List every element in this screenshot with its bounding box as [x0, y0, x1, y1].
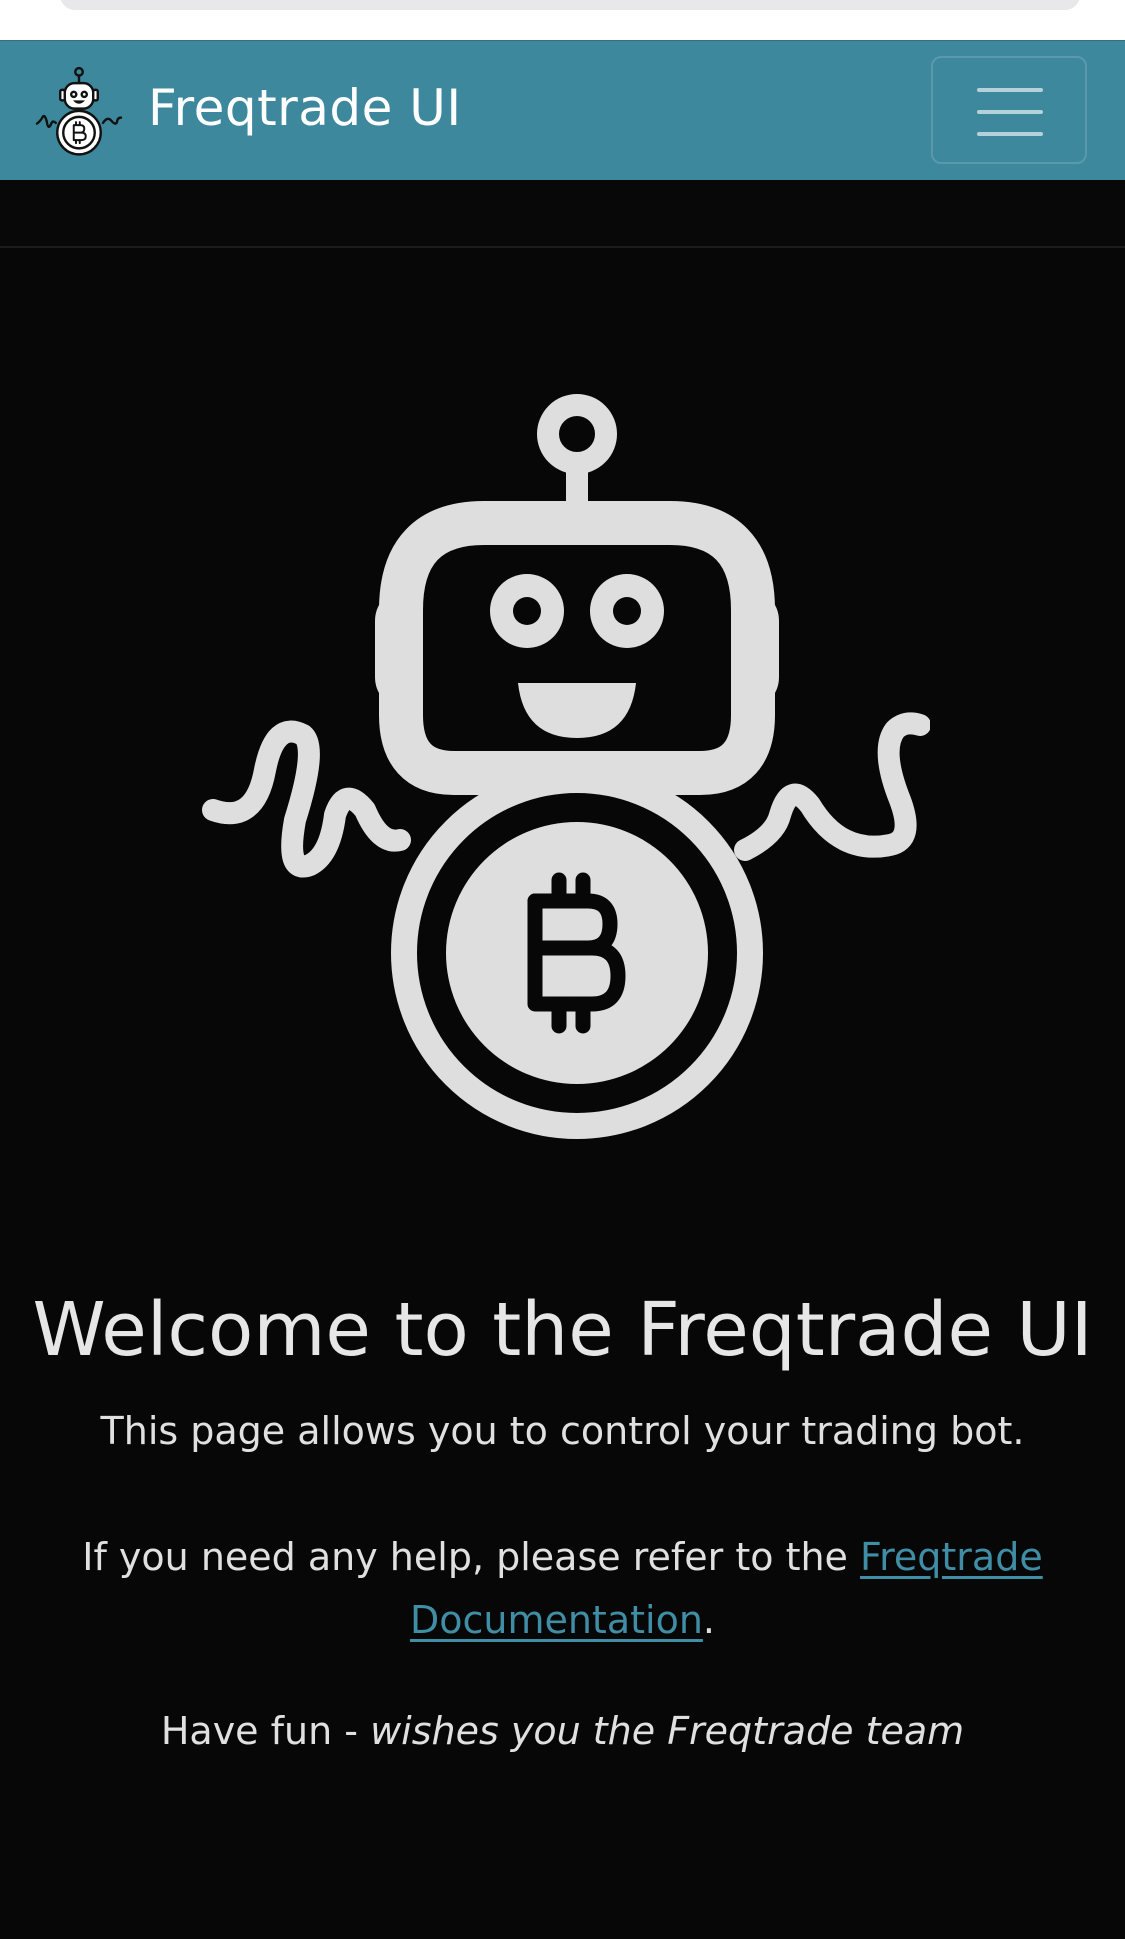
freqtrade-logo-icon[interactable]: [34, 65, 124, 159]
farewell-paragraph: Have fun - wishes you the Freqtrade team: [60, 1700, 1065, 1763]
browser-top-strip: [0, 0, 1125, 40]
farewell-text: Have fun -: [160, 1709, 358, 1753]
secondary-bar: [0, 180, 1125, 248]
browser-url-bar[interactable]: [60, 0, 1080, 10]
help-paragraph: If you need any help, please refer to th…: [60, 1526, 1065, 1652]
help-text: If you need any help, please refer to th…: [82, 1535, 848, 1579]
navbar-toggle-button[interactable]: [931, 56, 1087, 164]
navbar-brand[interactable]: Freqtrade UI: [148, 73, 462, 143]
farewell-signature: wishes you the Freqtrade team: [370, 1709, 965, 1753]
help-suffix: .: [702, 1598, 716, 1642]
welcome-title: Welcome to the Freqtrade UI: [32, 1287, 1093, 1373]
freqtrade-robot-bitcoin-icon: [202, 394, 930, 1139]
intro-text: This page allows you to control your tra…: [100, 1409, 1025, 1453]
top-navbar: Freqtrade UI: [0, 40, 1125, 180]
hamburger-menu-icon: [977, 88, 1043, 136]
